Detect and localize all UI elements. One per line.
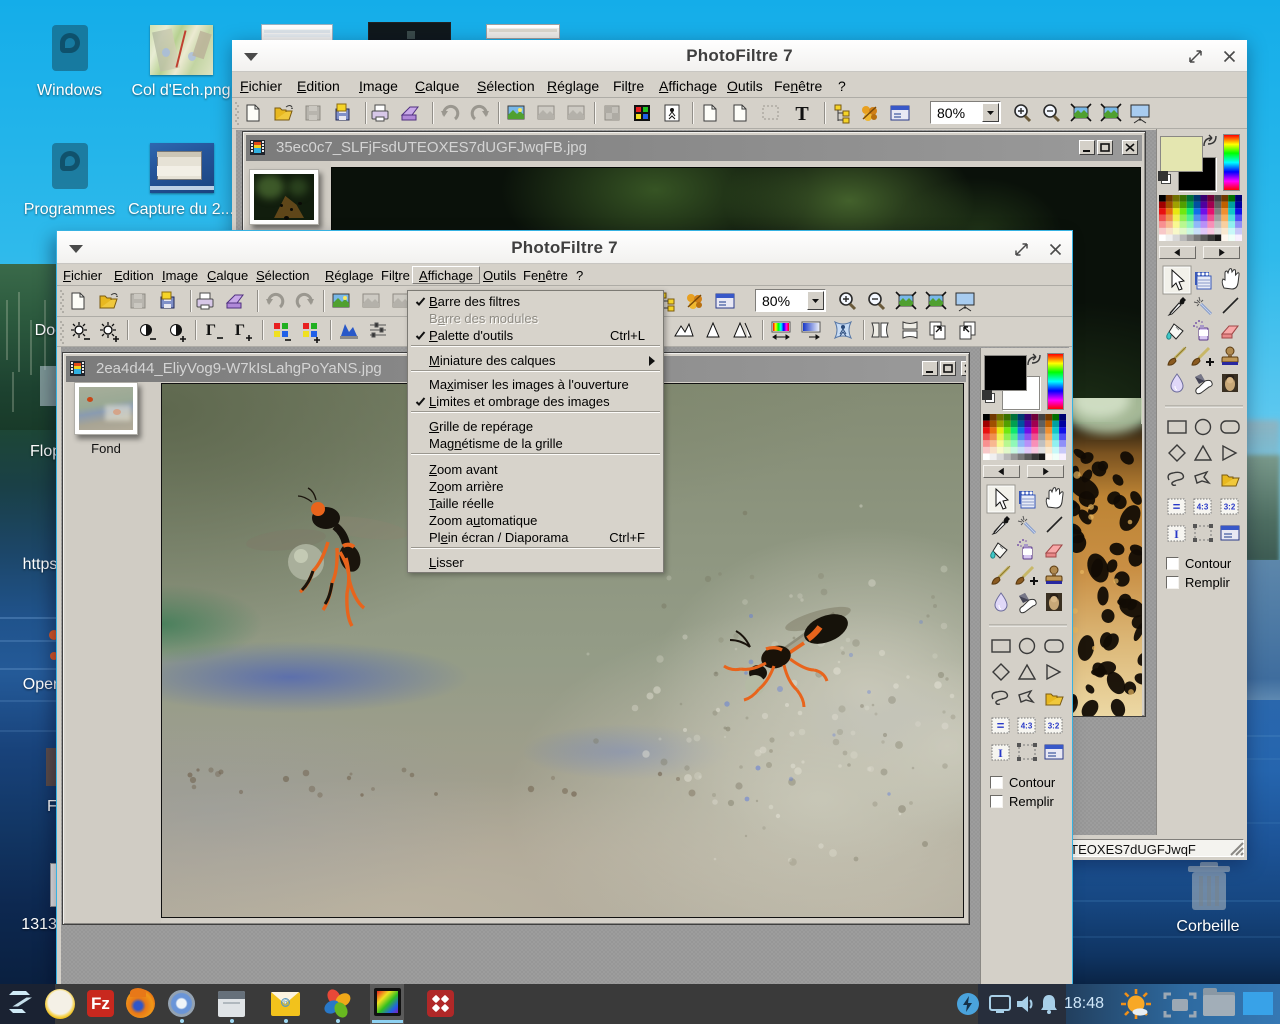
svg-text:I: I — [1174, 527, 1179, 541]
svg-text:=: = — [997, 718, 1005, 733]
svg-text:3:2: 3:2 — [1224, 503, 1236, 512]
svg-text:Γ: Γ — [235, 322, 245, 339]
svg-text:=: = — [1173, 499, 1181, 514]
svg-text:4:3: 4:3 — [1021, 722, 1033, 731]
svg-text:4:3: 4:3 — [1197, 503, 1209, 512]
svg-text:Γ: Γ — [206, 322, 216, 339]
svg-text:T: T — [795, 103, 809, 125]
svg-text:I: I — [998, 746, 1003, 760]
svg-text:3:2: 3:2 — [1048, 722, 1060, 731]
